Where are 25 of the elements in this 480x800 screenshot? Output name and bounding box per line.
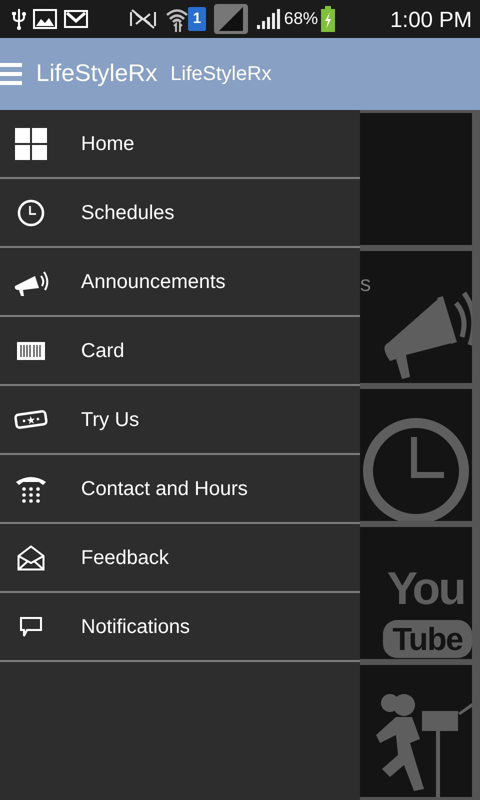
drawer-item[interactable]: Card bbox=[0, 317, 360, 386]
drawer-item[interactable]: Notifications bbox=[0, 593, 360, 662]
battery-percent: 68% bbox=[284, 8, 318, 30]
drawer-item-label: Announcements bbox=[81, 270, 226, 294]
drawer-item[interactable]: Contact and Hours bbox=[0, 455, 360, 524]
logo-badge: Tube bbox=[383, 620, 472, 658]
drawer-item-label: Card bbox=[81, 338, 124, 364]
tile-title: s bbox=[360, 270, 371, 298]
drawer-item-label: Home bbox=[81, 132, 134, 156]
drawer-item[interactable]: Try Us bbox=[0, 386, 360, 455]
drawer-item[interactable]: Schedules bbox=[0, 179, 360, 248]
drawer-item-label: Schedules bbox=[81, 200, 174, 226]
drawer-item-label: Notifications bbox=[81, 614, 190, 640]
sim-badge: 1 bbox=[188, 7, 206, 31]
drawer-item[interactable]: Feedback bbox=[0, 524, 360, 593]
drawer-item-label: Contact and Hours bbox=[81, 476, 248, 502]
tile-background[interactable]: s bbox=[360, 251, 472, 383]
app-subtitle: LifeStyleRx bbox=[170, 62, 272, 87]
app-title: LifeStyleRx bbox=[36, 59, 158, 89]
drawer-item-label: Try Us bbox=[81, 408, 140, 432]
drawer-item-label: Feedback bbox=[81, 546, 169, 570]
drawer-item[interactable]: Home bbox=[0, 110, 360, 179]
clock-time: 1:00 PM bbox=[390, 6, 472, 34]
drawer-item[interactable]: Announcements bbox=[0, 248, 360, 317]
logo-text: You bbox=[387, 565, 464, 611]
